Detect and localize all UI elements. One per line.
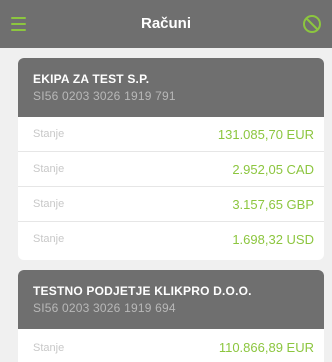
- balance-label: Stanje: [33, 128, 65, 140]
- balance-label: Stanje: [33, 198, 65, 210]
- balance-row[interactable]: Stanje 2.952,05 CAD: [18, 152, 324, 187]
- balance-label: Stanje: [33, 233, 65, 245]
- balance-amount: 2.952,05 CAD: [232, 162, 314, 177]
- account-card[interactable]: EKIPA ZA TEST S.P. SI56 0203 3026 1919 7…: [18, 58, 324, 260]
- account-name: EKIPA ZA TEST S.P.: [33, 72, 150, 86]
- balance-label: Stanje: [33, 342, 65, 354]
- balance-amount: 131.085,70 EUR: [217, 127, 314, 142]
- page-title: Računi: [140, 15, 191, 32]
- account-iban: SI56 0203 3026 1919 791: [33, 89, 176, 103]
- account-iban: SI56 0203 3026 1919 694: [33, 301, 176, 315]
- account-name: TESTNO PODJETJE KLIKPRO D.O.O.: [33, 284, 252, 298]
- account-header[interactable]: EKIPA ZA TEST S.P. SI56 0203 3026 1919 7…: [18, 58, 324, 117]
- account-header[interactable]: TESTNO PODJETJE KLIKPRO D.O.O. SI56 0203…: [18, 270, 324, 329]
- balance-amount: 110.866,89 EUR: [218, 340, 314, 355]
- account-card[interactable]: TESTNO PODJETJE KLIKPRO D.O.O. SI56 0203…: [18, 270, 324, 362]
- balance-row[interactable]: Stanje 131.085,70 EUR: [18, 117, 324, 152]
- balance-row[interactable]: Stanje 3.157,65 GBP: [18, 187, 324, 222]
- top-bar: Računi: [0, 0, 332, 48]
- balance-row[interactable]: Stanje 1.698,32 USD: [18, 222, 324, 257]
- app-screen: Računi EKIPA ZA TEST S.P. SI56 0203 3026…: [0, 0, 332, 362]
- ban-icon[interactable]: [300, 12, 324, 36]
- balance-amount: 1.698,32 USD: [232, 232, 314, 247]
- balance-amount: 3.157,65 GBP: [232, 197, 314, 212]
- balance-label: Stanje: [33, 163, 65, 175]
- balance-row[interactable]: Stanje 110.866,89 EUR: [18, 329, 324, 362]
